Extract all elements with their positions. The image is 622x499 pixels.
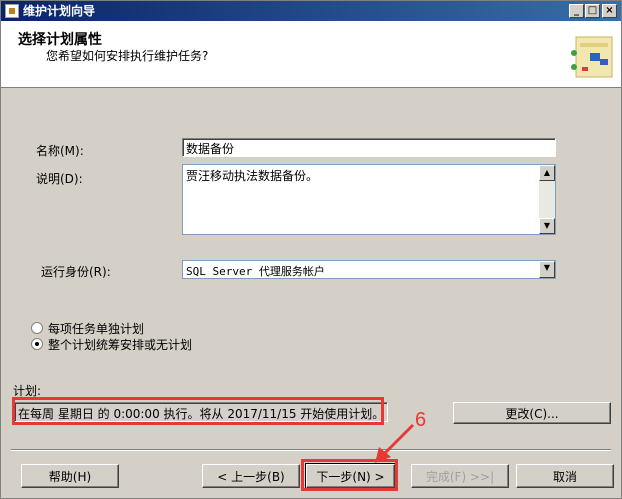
runas-label: 运行身份(R): bbox=[41, 265, 111, 279]
minimize-button[interactable]: _ bbox=[569, 4, 584, 18]
radio-label: 每项任务单独计划 bbox=[48, 322, 145, 336]
footer-divider bbox=[11, 449, 611, 451]
radio-label: 整个计划统筹安排或无计划 bbox=[48, 338, 193, 352]
maximize-button[interactable]: □ bbox=[585, 4, 600, 18]
wizard-header: 选择计划属性 您希望如何安排执行维护任务? bbox=[1, 21, 621, 88]
arrow-annotation-icon bbox=[375, 423, 415, 463]
back-button[interactable]: < 上一步(B) bbox=[202, 464, 300, 488]
radio-button-checked[interactable] bbox=[31, 338, 43, 350]
help-button[interactable]: 帮助(H) bbox=[21, 464, 119, 488]
name-label: 名称(M): bbox=[36, 144, 84, 158]
page-title: 选择计划属性 bbox=[18, 32, 102, 48]
schedule-label: 计划: bbox=[13, 384, 42, 398]
radio-button[interactable] bbox=[31, 322, 43, 334]
cancel-button[interactable]: 取消 bbox=[516, 464, 614, 488]
runas-select[interactable]: SQL Server 代理服务帐户 ▼ bbox=[182, 260, 556, 279]
runas-value: SQL Server 代理服务帐户 bbox=[186, 265, 325, 278]
title-bar[interactable]: 维护计划向导 _ □ × bbox=[1, 1, 621, 21]
app-icon bbox=[5, 4, 19, 18]
chevron-down-icon[interactable]: ▼ bbox=[539, 261, 555, 278]
scroll-up-icon[interactable]: ▲ bbox=[539, 165, 555, 181]
description-textarea[interactable]: 贾汪移动执法数据备份。 ▲ ▼ bbox=[182, 164, 556, 235]
next-button[interactable]: 下一步(N) > bbox=[305, 463, 396, 489]
window-title: 维护计划向导 bbox=[23, 4, 96, 18]
page-subtitle: 您希望如何安排执行维护任务? bbox=[46, 49, 209, 63]
schedule-description: 在每周 星期日 的 0:00:00 执行。将从 2017/11/15 开始使用计… bbox=[14, 402, 388, 422]
description-label: 说明(D): bbox=[36, 172, 83, 186]
finish-button[interactable]: 完成(F) >>| bbox=[411, 464, 509, 488]
name-input[interactable]: 数据备份 bbox=[182, 138, 556, 157]
change-schedule-button[interactable]: 更改(C)... bbox=[453, 402, 611, 424]
wizard-schedule-icon bbox=[571, 36, 613, 78]
close-button[interactable]: × bbox=[602, 4, 617, 18]
description-scrollbar[interactable]: ▲ ▼ bbox=[539, 165, 555, 234]
wizard-window: 维护计划向导 _ □ × 选择计划属性 您希望如何安排执行维护任务? 名称(M)… bbox=[0, 0, 622, 499]
description-text: 贾汪移动执法数据备份。 bbox=[186, 169, 319, 183]
scroll-down-icon[interactable]: ▼ bbox=[539, 218, 555, 234]
